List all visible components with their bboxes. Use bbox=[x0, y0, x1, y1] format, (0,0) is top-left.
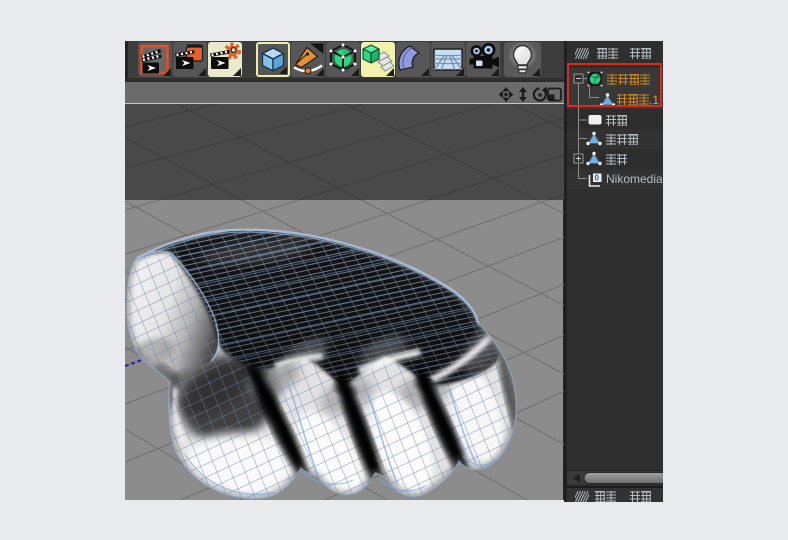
svg-text:0: 0 bbox=[595, 174, 600, 183]
